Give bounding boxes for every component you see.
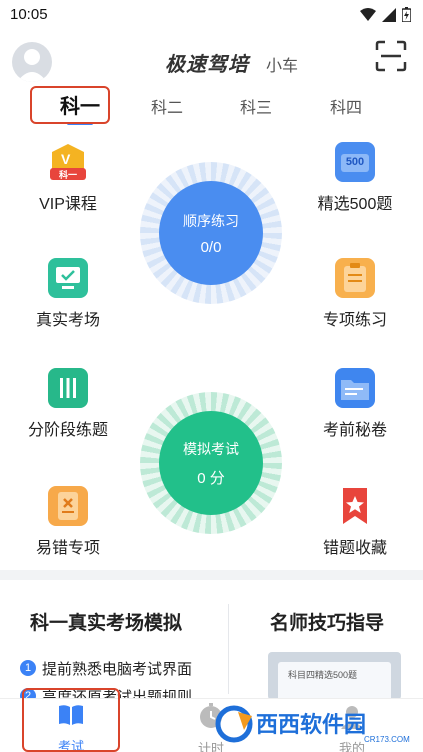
folder-icon [335, 368, 375, 408]
signal-icon [382, 7, 396, 22]
sequential-practice-ring[interactable]: 顺序练习 0/0 [140, 162, 282, 304]
brand-logo: 极速驾培 [165, 54, 249, 76]
vip-badge-icon: V 科一 [48, 142, 88, 182]
wrong-collection-item[interactable]: 错题收藏 [295, 486, 415, 558]
special-practice-item[interactable]: 专项练习 [295, 258, 415, 330]
tips-video-thumbnail[interactable]: 科目四精选500题 [268, 652, 401, 700]
star-bookmark-icon [335, 486, 375, 526]
tab-subject-4[interactable]: 科四 [316, 94, 376, 118]
svg-text:CR173.COM: CR173.COM [364, 735, 410, 744]
error-prone-label: 易错专项 [35, 540, 100, 557]
subject-tabs: 科一 科二 科三 科四 [0, 86, 423, 126]
mock-exam-title: 模拟考试 [183, 440, 239, 457]
tab-highlight-box [30, 86, 110, 124]
book-500-badge: 500 [345, 156, 365, 168]
secret-paper-label: 考前秘卷 [322, 422, 387, 439]
real-exam-label: 真实考场 [35, 312, 100, 329]
mock-exam-score: 0 分 [197, 469, 225, 487]
app-header: 极速驾培 小车 [0, 34, 423, 86]
error-doc-icon [48, 486, 88, 526]
svg-text:西西软件园: 西西软件园 [256, 712, 366, 738]
thumbnail-caption: 科目四精选500题 [288, 670, 358, 680]
sequential-practice-progress: 0/0 [200, 238, 222, 256]
columns-icon [48, 368, 88, 408]
number-badge: 1 [20, 660, 36, 676]
status-time: 10:05 [10, 6, 48, 23]
secret-paper-item[interactable]: 考前秘卷 [295, 368, 415, 440]
monitor-icon [48, 258, 88, 298]
staged-practice-item[interactable]: 分阶段练题 [8, 368, 128, 440]
clipboard-icon [335, 258, 375, 298]
promo-section: 科一真实考场模拟 1 提前熟悉电脑考试界面 2 高度还原考试出题规则 名师技巧指导 … [0, 580, 423, 706]
status-bar: 10:05 [0, 0, 423, 30]
sequential-practice-button[interactable]: 顺序练习 0/0 [159, 181, 263, 285]
feature-text: 提前熟悉电脑考试界面 [42, 660, 193, 678]
tab-subject-3[interactable]: 科三 [226, 94, 286, 118]
feature-grid: V 科一 VIP课程 真实考场 分阶段练题 易错专项 500 精选500题 专项… [0, 130, 423, 570]
battery-icon [402, 7, 411, 22]
svg-text:V: V [61, 151, 71, 167]
special-practice-label: 专项练习 [322, 312, 387, 329]
scan-icon[interactable] [375, 40, 407, 72]
wifi-icon [360, 7, 376, 21]
brand-subtitle: 小车 [266, 58, 299, 75]
list-item: 1 提前熟悉电脑考试界面 [20, 654, 192, 682]
status-icons [360, 7, 411, 22]
tips-title[interactable]: 名师技巧指导 [270, 608, 384, 635]
vip-badge-text: 科一 [58, 170, 77, 180]
error-prone-item[interactable]: 易错专项 [8, 486, 128, 558]
vertical-divider [228, 604, 229, 694]
book-500-icon: 500 [335, 142, 375, 182]
select-500-item[interactable]: 500 精选500题 [295, 142, 415, 214]
wrong-collection-label: 错题收藏 [322, 540, 387, 557]
avatar[interactable] [12, 42, 52, 82]
section-divider [0, 570, 423, 580]
nav-highlight-box [22, 688, 120, 752]
mock-exam-button[interactable]: 模拟考试 0 分 [159, 411, 263, 515]
select-500-label: 精选500题 [317, 196, 393, 213]
sequential-practice-title: 顺序练习 [183, 212, 239, 229]
vip-course-item[interactable]: V 科一 VIP课程 [8, 142, 128, 214]
simulation-title[interactable]: 科一真实考场模拟 [30, 608, 182, 635]
vip-course-label: VIP课程 [39, 196, 97, 213]
watermark-logo: 西西软件园 CR173.COM [214, 704, 414, 744]
tab-subject-2[interactable]: 科二 [137, 94, 197, 118]
real-exam-item[interactable]: 真实考场 [8, 258, 128, 330]
staged-practice-label: 分阶段练题 [27, 422, 108, 439]
mock-exam-ring[interactable]: 模拟考试 0 分 [140, 392, 282, 534]
